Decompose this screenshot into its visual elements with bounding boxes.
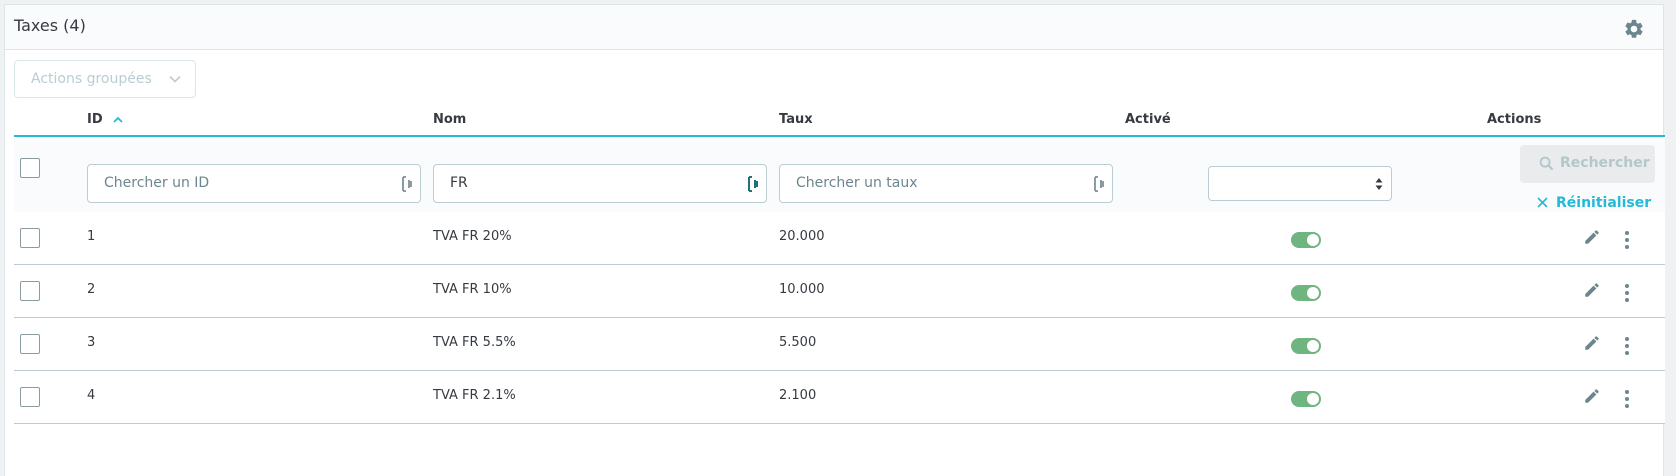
- more-vertical-icon[interactable]: [1624, 389, 1630, 409]
- row-checkbox[interactable]: [20, 281, 40, 301]
- active-toggle[interactable]: [1291, 391, 1321, 407]
- reset-filters-link[interactable]: Réinitialiser: [1537, 195, 1651, 211]
- row-name: TVA FR 20%: [433, 229, 512, 244]
- rate-filter-input[interactable]: Chercher un taux: [779, 164, 1113, 203]
- close-icon: [1537, 197, 1548, 208]
- select-all-checkbox[interactable]: [20, 158, 40, 178]
- search-icon: [1539, 156, 1554, 171]
- column-header-active[interactable]: Activé: [1125, 112, 1171, 127]
- column-header-actions: Actions: [1487, 112, 1542, 127]
- table-row: 4 TVA FR 2.1% 2.100: [14, 371, 1665, 424]
- active-filter-select[interactable]: [1208, 166, 1392, 201]
- bulk-actions-button[interactable]: Actions groupées: [14, 60, 196, 98]
- toggle-knob: [1307, 234, 1319, 246]
- row-id: 1: [87, 229, 96, 244]
- row-rate: 5.500: [779, 335, 817, 350]
- chevron-down-icon: [169, 75, 181, 83]
- sort-ascending-icon[interactable]: [113, 116, 123, 123]
- sql-filter-icon: [748, 176, 758, 192]
- table-row: 2 TVA FR 10% 10.000: [14, 265, 1665, 318]
- row-id: 3: [87, 335, 96, 350]
- row-id: 2: [87, 282, 96, 297]
- more-vertical-icon[interactable]: [1624, 283, 1630, 303]
- name-filter-input[interactable]: FR: [433, 164, 767, 203]
- id-filter-placeholder: Chercher un ID: [104, 175, 210, 191]
- sql-filter-icon: [1094, 176, 1104, 192]
- search-button-label: Rechercher: [1560, 155, 1650, 171]
- column-header-name[interactable]: Nom: [433, 112, 466, 127]
- bulk-actions-label: Actions groupées: [31, 71, 152, 87]
- edit-icon[interactable]: [1583, 281, 1601, 299]
- table-row: 3 TVA FR 5.5% 5.500: [14, 318, 1665, 371]
- edit-icon[interactable]: [1583, 334, 1601, 352]
- active-toggle[interactable]: [1291, 285, 1321, 301]
- id-filter-input[interactable]: Chercher un ID: [87, 164, 421, 203]
- column-header-id-label: ID: [87, 112, 103, 127]
- toggle-knob: [1307, 340, 1319, 352]
- name-filter-value: FR: [450, 175, 468, 191]
- reset-label: Réinitialiser: [1556, 195, 1652, 211]
- table-row: 1 TVA FR 20% 20.000: [14, 212, 1665, 265]
- row-name: TVA FR 10%: [433, 282, 512, 297]
- row-name: TVA FR 5.5%: [433, 335, 516, 350]
- row-checkbox[interactable]: [20, 334, 40, 354]
- toggle-knob: [1307, 287, 1319, 299]
- column-header-id[interactable]: ID: [87, 112, 123, 127]
- row-rate: 20.000: [779, 229, 825, 244]
- row-rate: 2.100: [779, 388, 817, 403]
- gear-icon[interactable]: [1623, 18, 1645, 40]
- more-vertical-icon[interactable]: [1624, 230, 1630, 250]
- toggle-knob: [1307, 393, 1319, 405]
- edit-icon[interactable]: [1583, 387, 1601, 405]
- select-arrows-icon: [1375, 178, 1383, 190]
- rate-filter-placeholder: Chercher un taux: [796, 175, 918, 191]
- search-button[interactable]: Rechercher: [1520, 145, 1655, 183]
- taxes-card: Taxes (4) Actions groupées ID Nom Taux A…: [4, 4, 1665, 476]
- row-checkbox[interactable]: [20, 387, 40, 407]
- row-id: 4: [87, 388, 96, 403]
- sql-filter-icon: [402, 176, 412, 192]
- page-background: Taxes (4) Actions groupées ID Nom Taux A…: [0, 0, 1676, 476]
- active-toggle[interactable]: [1291, 232, 1321, 248]
- row-checkbox[interactable]: [20, 228, 40, 248]
- card-header: Taxes (4): [5, 5, 1663, 50]
- page-title: Taxes (4): [14, 16, 86, 35]
- active-toggle[interactable]: [1291, 338, 1321, 354]
- row-rate: 10.000: [779, 282, 825, 297]
- more-vertical-icon[interactable]: [1624, 336, 1630, 356]
- column-header-rate[interactable]: Taux: [779, 112, 813, 127]
- row-name: TVA FR 2.1%: [433, 388, 516, 403]
- edit-icon[interactable]: [1583, 228, 1601, 246]
